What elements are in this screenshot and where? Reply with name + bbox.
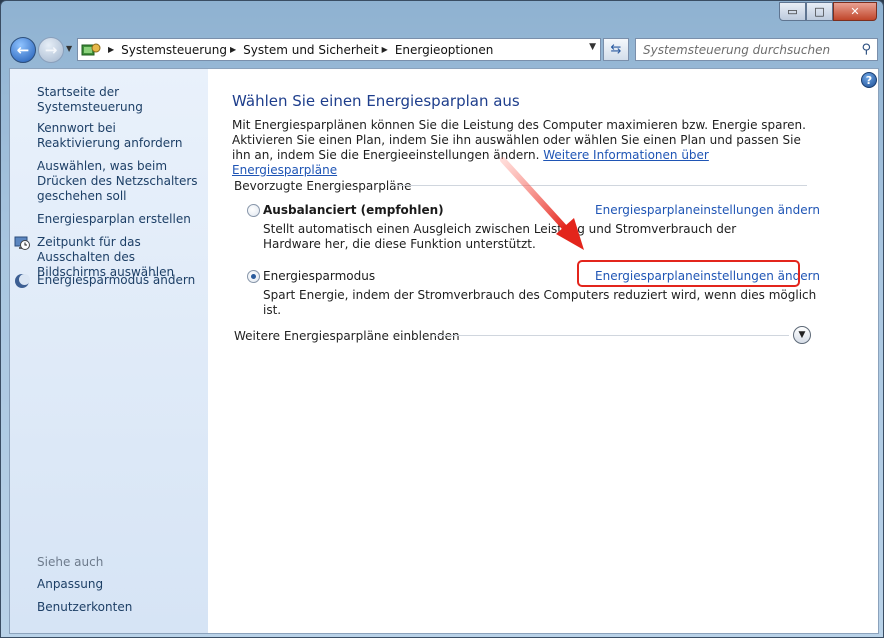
content-area: Startseite der Systemsteuerung Kennwort … — [9, 68, 879, 634]
search-input[interactable]: Systemsteuerung durchsuchen ⚲ — [635, 38, 878, 61]
sidebar-item-sleep[interactable]: Energiesparmodus ändern — [37, 273, 202, 288]
breadcrumb-item[interactable]: Energieoptionen — [395, 43, 494, 57]
breadcrumb-item[interactable]: System und Sicherheit — [243, 43, 379, 57]
expand-more-plans-button[interactable]: ▼ — [793, 326, 811, 344]
help-button[interactable]: ? — [861, 72, 877, 88]
forward-button[interactable]: → — [38, 37, 64, 63]
sidebar-item-power-button[interactable]: Auswählen, was beim Drücken des Netzscha… — [37, 159, 202, 204]
plan-radio-balanced[interactable] — [247, 204, 260, 217]
back-button[interactable]: ← — [10, 37, 36, 63]
preferred-plans-heading: Bevorzugte Energiesparpläne — [234, 179, 412, 193]
chevron-down-icon: ▼ — [798, 330, 806, 340]
refresh-button[interactable]: ⇆ — [603, 38, 629, 61]
search-icon[interactable]: ⚲ — [861, 42, 871, 57]
breadcrumb-separator-icon[interactable]: ▶ — [230, 45, 236, 54]
monitor-clock-icon — [14, 236, 30, 250]
help-icon: ? — [865, 73, 873, 87]
minimize-button[interactable]: ▭ — [779, 2, 806, 21]
close-button[interactable]: ✕ — [833, 2, 877, 21]
more-plans-toggle-label[interactable]: Weitere Energiesparpläne einblenden — [234, 329, 460, 343]
recent-pages-dropdown[interactable]: ▼ — [66, 44, 72, 53]
divider — [393, 185, 807, 186]
address-dropdown-icon[interactable]: ▼ — [589, 42, 596, 52]
control-panel-icon — [81, 43, 101, 55]
plan-description-power-saver: Spart Energie, indem der Stromverbrauch … — [263, 288, 817, 317]
maximize-icon: □ — [814, 5, 825, 18]
window: ▭ □ ✕ ← → ▼ ▶ Systemsteuerung ▶ System u… — [0, 0, 884, 638]
breadcrumb-separator-icon[interactable]: ▶ — [382, 45, 388, 54]
breadcrumb-item[interactable]: Systemsteuerung — [121, 43, 227, 57]
minimize-icon: ▭ — [787, 5, 798, 18]
plan-name-power-saver[interactable]: Energiesparmodus — [263, 269, 375, 283]
title-bar: ▭ □ ✕ — [1, 1, 883, 31]
moon-icon — [15, 274, 30, 288]
navigation-bar: ← → ▼ ▶ Systemsteuerung ▶ System und Sic… — [1, 31, 883, 67]
sidebar-item-home[interactable]: Startseite der Systemsteuerung — [37, 85, 207, 115]
plan-radio-power-saver[interactable] — [247, 270, 260, 283]
plan-description-balanced: Stellt automatisch einen Ausgleich zwisc… — [263, 222, 737, 251]
close-icon: ✕ — [850, 5, 860, 18]
intro-body: Mit Energiesparplänen können Sie die Lei… — [232, 118, 806, 162]
forward-arrow-icon: → — [44, 41, 58, 59]
sidebar-item-password[interactable]: Kennwort bei Reaktivierung anfordern — [37, 121, 187, 151]
divider — [435, 335, 789, 336]
address-bar[interactable]: ▶ Systemsteuerung ▶ System und Sicherhei… — [77, 38, 601, 61]
plan-settings-link-balanced[interactable]: Energiesparplaneinstellungen ändern — [595, 203, 820, 217]
window-controls: ▭ □ ✕ — [779, 2, 877, 21]
sidebar: Startseite der Systemsteuerung Kennwort … — [10, 69, 208, 633]
intro-text: Mit Energiesparplänen können Sie die Lei… — [232, 118, 810, 178]
back-arrow-icon: ← — [16, 41, 30, 59]
refresh-icon: ⇆ — [610, 42, 622, 57]
page-title: Wählen Sie einen Energiesparplan aus — [232, 92, 520, 110]
annotation-highlight-box — [577, 260, 800, 287]
sidebar-item-user-accounts[interactable]: Benutzerkonten — [37, 600, 132, 615]
sidebar-item-personalization[interactable]: Anpassung — [37, 577, 103, 592]
maximize-button[interactable]: □ — [806, 2, 833, 21]
breadcrumb-separator-icon[interactable]: ▶ — [108, 45, 114, 54]
search-placeholder: Systemsteuerung durchsuchen — [643, 42, 831, 57]
plan-name-balanced[interactable]: Ausbalanciert (empfohlen) — [263, 203, 444, 217]
see-also-heading: Siehe auch — [37, 555, 104, 569]
sidebar-item-create-plan[interactable]: Energiesparplan erstellen — [37, 212, 207, 227]
